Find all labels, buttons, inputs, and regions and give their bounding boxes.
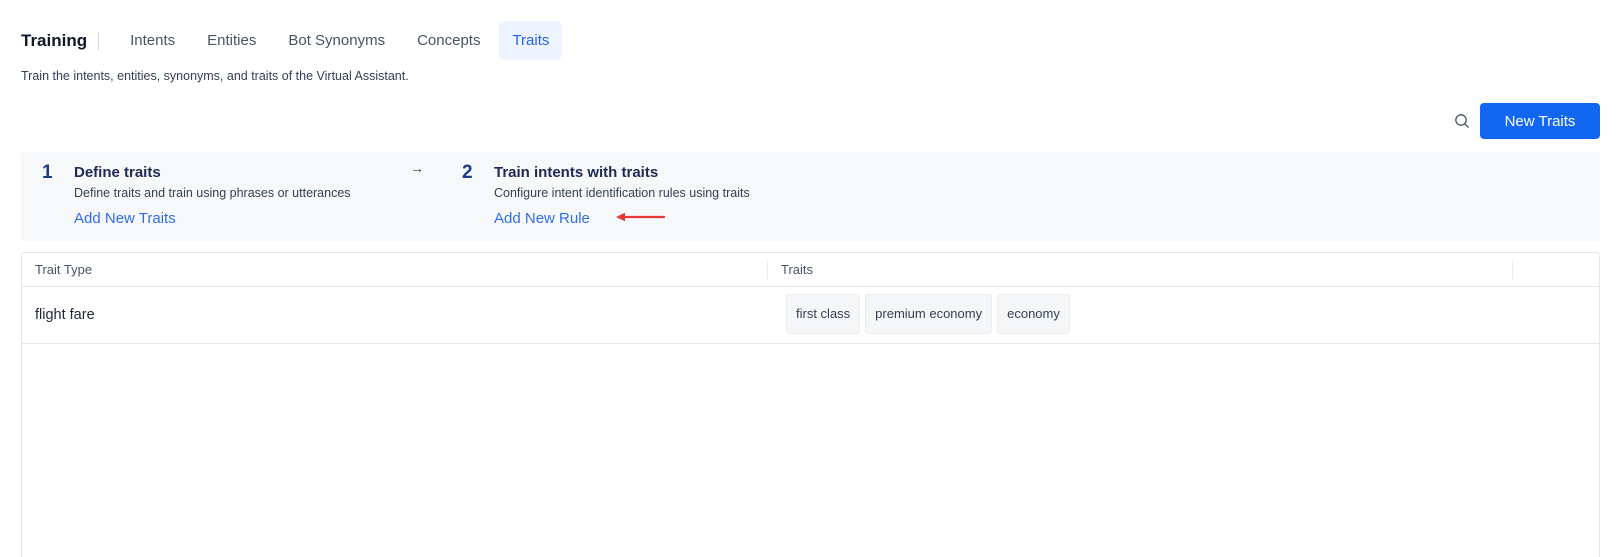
traits-cell: first class premium economy economy	[786, 294, 1075, 334]
column-header-trait-type: Trait Type	[35, 262, 93, 277]
tab-entities[interactable]: Entities	[194, 21, 269, 60]
page-title: Training	[21, 31, 100, 50]
add-new-rule-link[interactable]: Add New Rule	[494, 210, 590, 227]
step-number: 2	[462, 162, 473, 183]
step-number: 1	[42, 162, 53, 183]
tab-concepts[interactable]: Concepts	[404, 21, 493, 60]
column-divider	[1512, 261, 1513, 279]
annotation-arrow-icon	[616, 212, 666, 222]
column-header-traits: Traits	[781, 262, 814, 277]
steps-panel: 1 Define traits Define traits and train …	[21, 152, 1600, 241]
step-description: Define traits and train using phrases or…	[74, 186, 351, 200]
trait-chip[interactable]: economy	[997, 294, 1070, 334]
arrow-right-icon: →	[410, 160, 424, 176]
trait-type-cell: flight fare	[35, 307, 95, 323]
tab-traits[interactable]: Traits	[499, 21, 563, 60]
training-header: Training Intents Entities Bot Synonyms C…	[21, 21, 568, 60]
trait-chip[interactable]: premium economy	[865, 294, 993, 334]
search-button[interactable]	[1451, 110, 1473, 132]
step-description: Configure intent identification rules us…	[494, 186, 750, 200]
tab-intents[interactable]: Intents	[117, 21, 188, 60]
traits-table: Trait Type Traits flight fare first clas…	[21, 252, 1600, 557]
new-traits-button[interactable]: New Traits	[1480, 103, 1600, 139]
step-title: Train intents with traits	[494, 164, 659, 181]
page-subtitle: Train the intents, entities, synonyms, a…	[21, 69, 409, 83]
column-divider	[767, 261, 768, 279]
table-row[interactable]: flight fare first class premium economy …	[22, 287, 1599, 344]
search-icon	[1455, 114, 1469, 128]
step-title: Define traits	[74, 164, 161, 181]
trait-chip[interactable]: first class	[786, 294, 861, 334]
table-header: Trait Type Traits	[22, 253, 1599, 287]
tab-bot-synonyms[interactable]: Bot Synonyms	[275, 21, 398, 60]
add-new-traits-link[interactable]: Add New Traits	[74, 210, 176, 227]
